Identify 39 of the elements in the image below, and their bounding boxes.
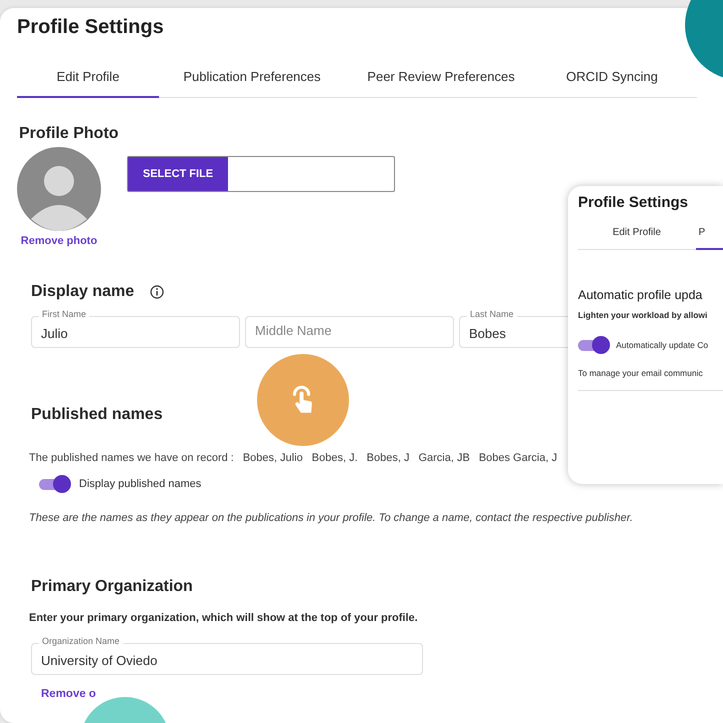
input-field[interactable]: Organization Name University of Oviedo xyxy=(31,634,423,675)
tab[interactable]: Edit Profile xyxy=(17,61,159,98)
footnote-text: To manage your email communic xyxy=(578,368,723,391)
field-label: Last Name xyxy=(467,309,517,319)
section-heading: Automatic profile upda xyxy=(578,288,704,302)
tab[interactable]: Publication Preferences xyxy=(159,61,345,98)
section-heading: Profile Photo xyxy=(18,125,119,143)
info-icon[interactable] xyxy=(150,285,164,299)
section-heading: Published names xyxy=(31,406,163,424)
section-heading: Primary Organization xyxy=(31,578,193,596)
published-name: Garcia, JB xyxy=(418,452,470,464)
toggle-label: Display published names xyxy=(79,478,202,490)
toggle-switch[interactable] xyxy=(578,336,610,354)
toggle-label: Automatically update Co xyxy=(616,340,708,350)
remove-organization-link[interactable]: Remove o xyxy=(41,688,96,700)
field-label: First Name xyxy=(39,309,90,319)
input-field[interactable]: First Name Julio xyxy=(31,307,240,348)
tab[interactable]: P xyxy=(696,227,723,250)
published-name: Bobes, J. xyxy=(312,452,358,464)
section-description: Enter your primary organization, which will show at the top of your profile. xyxy=(29,612,419,624)
info-note: These are the names as they appear on the publications in your profile. To change a name, contact the respective publisher. xyxy=(29,512,634,524)
file-input[interactable]: SELECT FILE xyxy=(127,156,395,192)
tab[interactable]: Edit Profile xyxy=(578,227,696,250)
section-description: Lighten your workload by allowi xyxy=(578,310,708,320)
record-label: The published names we have on record : xyxy=(29,452,234,464)
tab[interactable]: Peer Review Preferences xyxy=(345,61,537,98)
window-title: Profile Settings xyxy=(578,194,690,211)
tab[interactable]: ORCID Syncing xyxy=(537,61,687,98)
toggle-switch[interactable] xyxy=(39,475,71,493)
page-title: Profile Settings xyxy=(17,15,165,39)
remove-photo-link[interactable]: Remove photo xyxy=(20,235,98,247)
avatar-icon xyxy=(17,147,101,231)
field-label: Organization Name xyxy=(39,636,123,646)
published-name: Bobes, Julio xyxy=(242,452,303,464)
input-field[interactable]: Middle Name xyxy=(245,307,454,348)
select-file-button[interactable]: SELECT FILE xyxy=(128,157,228,191)
published-name: Bobes Garcia, J xyxy=(478,452,558,464)
section-heading: Display name xyxy=(31,283,134,301)
published-name: Bobes, J xyxy=(366,452,410,464)
